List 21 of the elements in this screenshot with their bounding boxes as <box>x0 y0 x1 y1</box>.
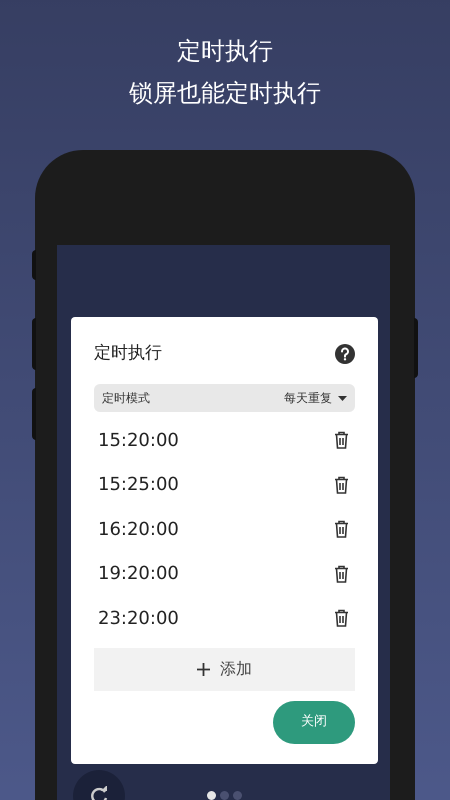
trash-icon[interactable] <box>334 609 349 628</box>
time-text: 23:20:00 <box>98 606 179 631</box>
mode-value: 每天重复 <box>284 390 332 407</box>
trash-icon[interactable] <box>334 520 349 538</box>
add-button[interactable]: 添加 <box>94 648 355 690</box>
headline: 定时执行 <box>177 36 273 67</box>
headline: 锁屏也能定时执行 <box>129 78 321 109</box>
dialog-title: 定时执行 <box>94 342 162 366</box>
time-text: 16:20:00 <box>98 518 179 542</box>
help-icon[interactable] <box>335 344 355 364</box>
trash-icon[interactable] <box>334 476 349 494</box>
trash-icon[interactable] <box>334 564 349 583</box>
refresh-icon <box>89 786 109 800</box>
plus-icon <box>197 662 210 676</box>
mode-dropdown[interactable]: 定时模式 每天重复 <box>94 384 355 412</box>
mode-label: 定时模式 <box>102 390 150 407</box>
time-text: 15:20:00 <box>98 428 179 453</box>
time-text: 19:20:00 <box>98 562 179 586</box>
trash-icon[interactable] <box>334 431 349 450</box>
caret-icon <box>338 396 347 400</box>
time-text: 15:25:00 <box>98 473 179 498</box>
